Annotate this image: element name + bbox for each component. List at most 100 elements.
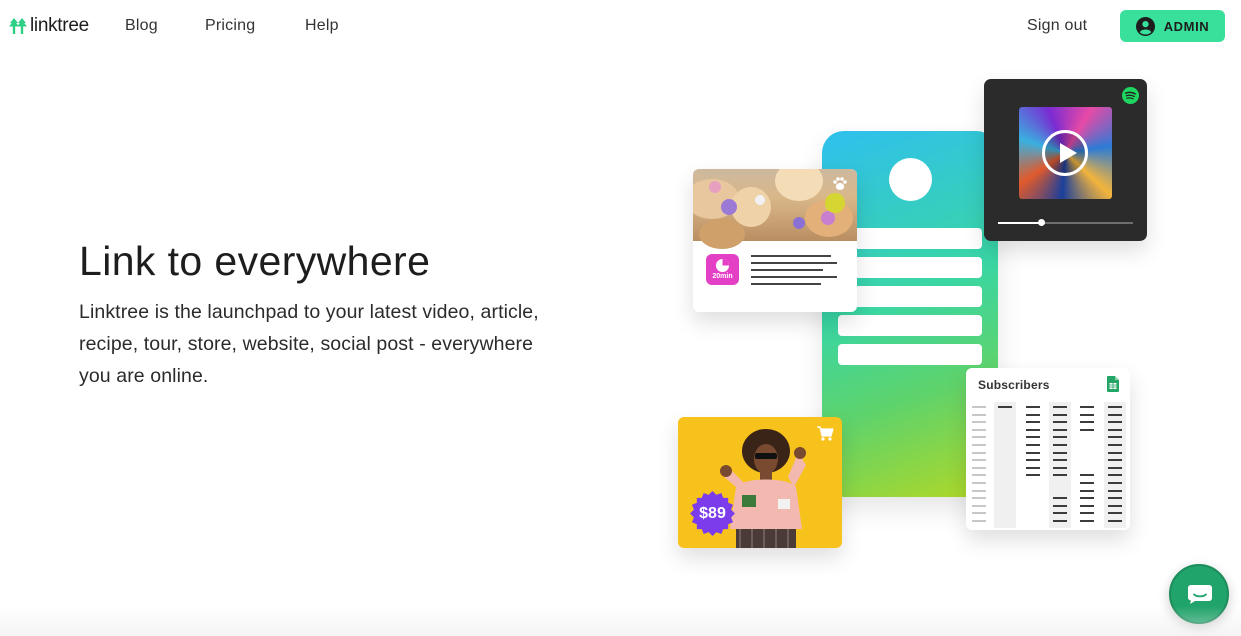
sheet-cell xyxy=(1108,421,1122,424)
sheet-column xyxy=(1104,402,1126,528)
sheet-cell xyxy=(1108,406,1122,408)
sheet-cell xyxy=(1080,413,1094,416)
sheet-title: Subscribers xyxy=(978,378,1050,392)
sheet-cell xyxy=(998,406,1012,408)
sheet-cell xyxy=(1053,512,1067,515)
sheet-cell xyxy=(1080,504,1094,507)
sheet-cell xyxy=(1053,504,1067,507)
sheet-cell xyxy=(1108,428,1122,431)
music-video-card xyxy=(984,79,1147,241)
shopping-cart-icon xyxy=(817,426,834,441)
sheet-cell xyxy=(1053,474,1067,477)
google-sheets-icon xyxy=(1107,376,1119,392)
sheet-cell xyxy=(972,482,986,484)
sheet-cell xyxy=(1080,474,1094,477)
sheet-cell xyxy=(1080,421,1094,424)
video-progress-knob xyxy=(1037,219,1045,226)
nav-link-pricing[interactable]: Pricing xyxy=(205,17,255,35)
admin-button[interactable]: ADMIN xyxy=(1120,10,1225,42)
sheet-cell xyxy=(1108,497,1122,500)
sheet-cell xyxy=(972,489,986,492)
sheet-cell xyxy=(1026,451,1040,454)
sheet-cell xyxy=(1080,489,1094,492)
admin-label: ADMIN xyxy=(1163,18,1210,34)
phone-link-bar xyxy=(838,257,982,278)
sheet-cell xyxy=(1026,444,1040,446)
sheet-cell xyxy=(972,451,986,454)
sheet-cell xyxy=(1080,520,1094,522)
nav-link-help[interactable]: Help xyxy=(305,17,339,35)
spotify-icon xyxy=(1122,87,1139,104)
subscribers-sheet-card: Subscribers xyxy=(966,368,1130,530)
sheet-cell xyxy=(1026,436,1040,439)
sheet-cell xyxy=(972,428,986,431)
sheet-cell xyxy=(1080,406,1094,408)
sheet-cell xyxy=(1053,497,1067,500)
sheet-cell xyxy=(1053,406,1067,408)
phone-link-bar xyxy=(838,286,982,307)
sheet-column xyxy=(994,402,1016,528)
video-progress-fill xyxy=(998,222,1042,224)
linktree-logo-icon xyxy=(9,18,27,34)
sheet-cell xyxy=(1053,421,1067,424)
top-nav: linktree Blog Pricing Help Sign out ADMI… xyxy=(0,0,1241,52)
nav-link-blog[interactable]: Blog xyxy=(125,17,158,35)
sheet-cell xyxy=(1108,520,1122,522)
recipe-card: 20min xyxy=(693,169,857,312)
sheet-column xyxy=(1022,402,1044,528)
linktree-logo[interactable]: linktree xyxy=(9,15,89,37)
sheet-cell xyxy=(1026,406,1040,408)
sheet-cell xyxy=(1108,482,1122,484)
sheet-cell xyxy=(1108,489,1122,492)
sheet-cell xyxy=(972,520,986,522)
sheet-cell xyxy=(972,512,986,515)
shop-card: $89 xyxy=(678,417,842,548)
sheet-cell xyxy=(1053,466,1067,469)
sheet-cell xyxy=(1080,482,1094,484)
logo-text: linktree xyxy=(30,15,89,36)
recipe-time-badge xyxy=(706,254,739,285)
sheet-cell xyxy=(1053,451,1067,454)
user-avatar-icon xyxy=(1135,16,1155,36)
hero-title: Link to everywhere xyxy=(79,238,431,284)
sheet-column xyxy=(1049,402,1071,528)
sign-out-link[interactable]: Sign out xyxy=(1027,17,1087,35)
sheet-cell xyxy=(1108,436,1122,439)
clock-icon xyxy=(715,258,730,273)
sheet-column xyxy=(968,402,990,528)
sheet-cell xyxy=(1026,474,1040,477)
sheet-cell xyxy=(1108,444,1122,446)
sheet-cell xyxy=(1080,497,1094,500)
video-progress-track xyxy=(998,219,1133,226)
play-icon xyxy=(1060,143,1077,163)
sheet-cell xyxy=(972,466,986,469)
phone-avatar xyxy=(889,158,932,201)
sheet-cell xyxy=(972,459,986,462)
sheet-cell xyxy=(1026,413,1040,416)
sheet-cell xyxy=(1108,466,1122,469)
sheet-cell xyxy=(1080,512,1094,515)
sheet-cell xyxy=(1053,436,1067,439)
sheet-cell xyxy=(1053,413,1067,416)
sheet-cell xyxy=(972,504,986,507)
sheet-column xyxy=(1076,402,1098,528)
sheet-cell xyxy=(972,497,986,500)
sheet-cell xyxy=(1053,459,1067,462)
phone-link-bar xyxy=(838,344,982,365)
sheet-cell xyxy=(972,474,986,477)
sheet-cell xyxy=(1108,451,1122,454)
sheet-cell xyxy=(1108,459,1122,462)
sheet-cell xyxy=(1108,413,1122,416)
sheet-cell xyxy=(1053,444,1067,446)
paw-icon xyxy=(833,177,847,191)
sheet-cell xyxy=(1026,428,1040,431)
sheet-cell xyxy=(972,436,986,439)
bottom-fade xyxy=(0,606,1241,636)
sheet-cell xyxy=(972,413,986,416)
sheet-cell xyxy=(1053,428,1067,431)
sheet-cell xyxy=(1026,466,1040,469)
sheet-cell xyxy=(1026,421,1040,424)
sheet-cell xyxy=(972,406,986,408)
sheet-cell xyxy=(1108,504,1122,507)
sheet-cell xyxy=(1053,520,1067,522)
